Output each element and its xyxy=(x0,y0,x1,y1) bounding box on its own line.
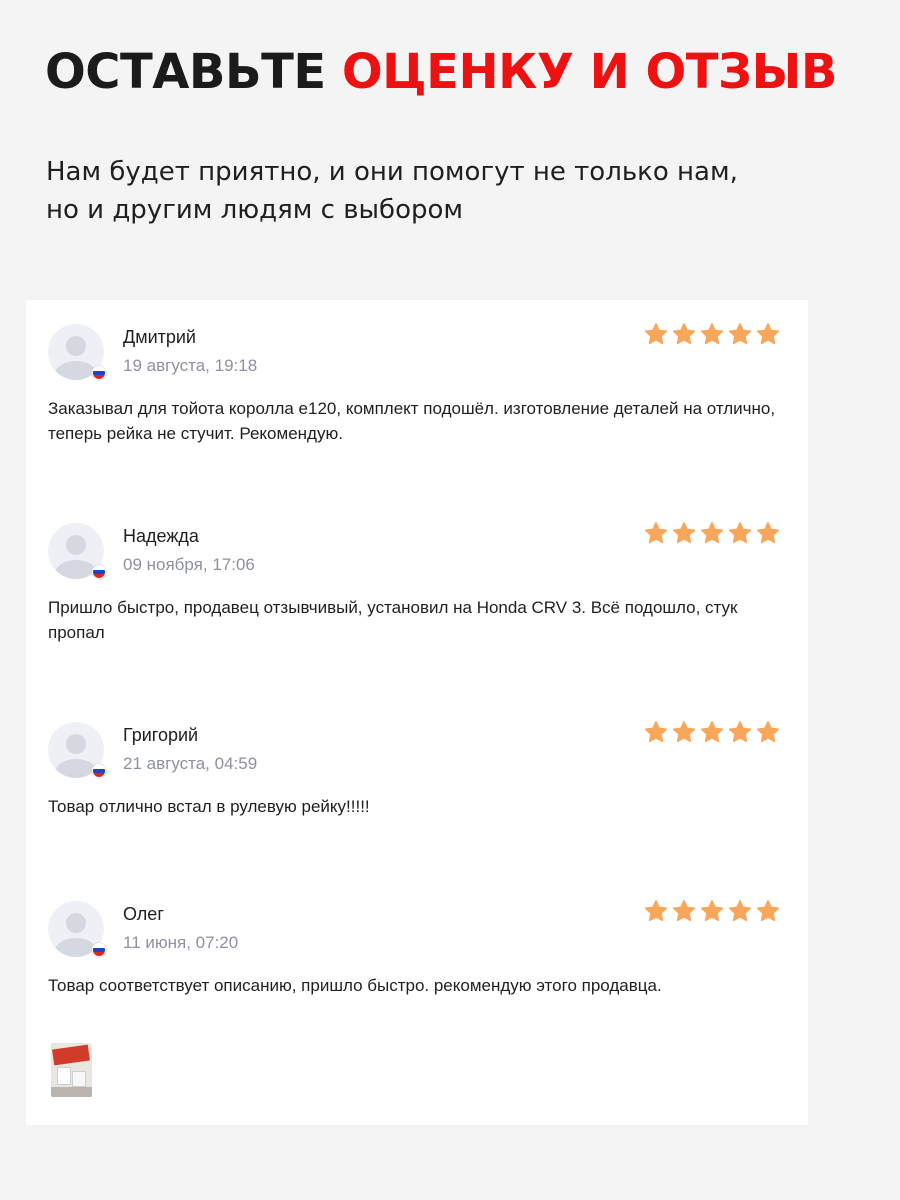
star-icon xyxy=(728,900,752,922)
reviewer-name: Олег xyxy=(123,904,164,924)
review-date: 21 августа, 04:59 xyxy=(123,754,258,773)
review-text: Товар соответствует описанию, пришло быс… xyxy=(48,976,662,995)
review-text: Пришло быстро, продавец отзывчивый, уста… xyxy=(48,598,738,642)
star-icon xyxy=(756,900,780,922)
russia-flag-icon xyxy=(92,366,106,380)
star-icon xyxy=(728,721,752,743)
star-icon xyxy=(728,522,752,544)
star-icon xyxy=(700,900,724,922)
review-date: 19 августа, 19:18 xyxy=(123,356,258,375)
star-icon xyxy=(672,721,696,743)
rating-stars xyxy=(644,899,780,923)
review-text: Заказывал для тойота королла е120, компл… xyxy=(48,399,776,443)
rating-stars xyxy=(644,720,780,744)
star-icon xyxy=(700,522,724,544)
star-icon xyxy=(672,323,696,345)
russia-flag-icon xyxy=(92,565,106,579)
rating-stars xyxy=(644,521,780,545)
review-text: Товар отлично встал в рулевую рейку!!!!! xyxy=(48,797,370,816)
page-title: ОСТАВЬТЕ ОЦЕНКУ И ОТЗЫВ xyxy=(45,40,837,104)
star-icon xyxy=(756,721,780,743)
review-date: 11 июня, 07:20 xyxy=(123,933,239,952)
page-title-part2: ОЦЕНКУ И ОТЗЫВ xyxy=(341,44,838,100)
star-icon xyxy=(700,323,724,345)
page-title-part1: ОСТАВЬТЕ xyxy=(45,44,326,100)
russia-flag-icon xyxy=(92,764,106,778)
reviews-panel: Дмитрий 19 августа, 19:18 Заказывал для … xyxy=(26,300,808,1125)
reviewer-name: Дмитрий xyxy=(123,327,196,347)
review-date: 09 ноября, 17:06 xyxy=(123,555,255,574)
reviewer-name: Григорий xyxy=(123,725,199,745)
star-icon xyxy=(700,721,724,743)
subtitle-line-2: но и другим людям с выбором xyxy=(46,195,464,225)
star-icon xyxy=(672,900,696,922)
star-icon xyxy=(672,522,696,544)
reviewer-name: Надежда xyxy=(123,526,199,546)
star-icon xyxy=(644,900,668,922)
russia-flag-icon xyxy=(92,943,106,957)
review-photo-thumbnail[interactable] xyxy=(51,1043,92,1097)
subtitle-line-1: Нам будет приятно, и они помогут не толь… xyxy=(46,157,738,187)
star-icon xyxy=(644,721,668,743)
star-icon xyxy=(644,522,668,544)
star-icon xyxy=(728,323,752,345)
rating-stars xyxy=(644,322,780,346)
star-icon xyxy=(756,323,780,345)
star-icon xyxy=(756,522,780,544)
star-icon xyxy=(644,323,668,345)
page-subtitle: Нам будет приятно, и они помогут не толь… xyxy=(46,153,806,229)
